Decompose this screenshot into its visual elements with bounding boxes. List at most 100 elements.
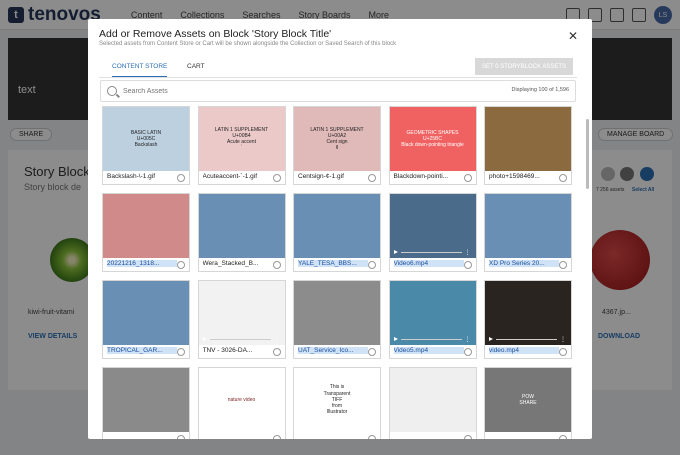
asset-card[interactable] (388, 367, 477, 439)
asset-card[interactable] (102, 367, 190, 439)
asset-filename: photo+1598469... (489, 173, 540, 180)
thumbnail-text: Illustrator (326, 409, 348, 416)
asset-filename: TNV - 3026-DA... (202, 347, 253, 354)
select-radio[interactable] (177, 348, 185, 356)
asset-card[interactable]: photo+1598469... (484, 106, 572, 185)
thumbnail-text: ´ (240, 145, 243, 152)
asset-filename: XD Pro Series 20... (489, 260, 559, 267)
asset-card[interactable]: GEOMETRIC SHAPES U+25BC Black down-pointin… (388, 106, 477, 185)
more-icon: ⋮ (560, 336, 567, 343)
asset-thumbnail (103, 281, 189, 345)
select-radio[interactable] (559, 348, 567, 356)
scrollbar[interactable] (586, 119, 589, 189)
tab-content-store[interactable]: CONTENT STORE (112, 63, 168, 77)
asset-filename: YALE_TESA_BBS... (298, 260, 368, 267)
select-radio[interactable] (559, 174, 567, 182)
asset-card[interactable]: ⋮ Video5.mp4 (388, 280, 477, 359)
asset-filename: video.mp4 (489, 347, 559, 354)
asset-thumbnail: LATIN 1 SUPPLEMENT U+00B4 Acute accent ´ (198, 107, 285, 171)
set-storyblock-assets-button[interactable]: SET 0 STORYBLOCK ASSETS (475, 58, 573, 75)
select-radio[interactable] (559, 435, 567, 439)
play-icon (489, 337, 493, 341)
select-radio[interactable] (463, 174, 472, 182)
asset-card[interactable]: This is Transparent TIFF from Illustrator (293, 367, 381, 439)
search-input[interactable] (123, 84, 423, 98)
asset-card[interactable]: YALE_TESA_BBS... (293, 193, 381, 272)
asset-card[interactable]: POW SHARE (484, 367, 572, 439)
select-radio[interactable] (463, 261, 472, 269)
asset-filename: Blackdown-pointi... (393, 173, 449, 180)
tab-cart[interactable]: CART (187, 63, 205, 77)
play-icon (393, 250, 398, 254)
video-controls: ⋮ (199, 335, 285, 343)
select-radio[interactable] (177, 174, 185, 182)
thumbnail-text: Black down-pointing triangle (401, 142, 464, 149)
progress-bar (209, 338, 271, 340)
play-icon (393, 337, 398, 341)
asset-card[interactable]: 20221216_1318... (102, 193, 190, 272)
asset-card[interactable]: LATIN 1 SUPPLEMENT U+00A2 Cent sign ¢ Centsi… (293, 106, 381, 185)
asset-filename: 20221216_1318... (107, 260, 177, 267)
select-radio[interactable] (368, 174, 376, 182)
progress-bar (400, 251, 462, 253)
asset-card[interactable]: LATIN 1 SUPPLEMENT U+00B4 Acute accent ´ Acu… (197, 106, 286, 185)
asset-thumbnail: This is Transparent TIFF from Illustrator (294, 368, 380, 432)
video-controls: ⋮ (390, 248, 476, 256)
select-radio[interactable] (368, 435, 376, 439)
select-radio[interactable] (272, 435, 281, 439)
asset-filename: Video5.mp4 (393, 347, 464, 354)
asset-card[interactable]: ⋮ TNV - 3026-DA... (197, 280, 286, 359)
add-remove-assets-modal: Add or Remove Assets on Block 'Story Blo… (88, 19, 592, 439)
asset-thumbnail (485, 107, 571, 171)
asset-thumbnail: POW SHARE (485, 368, 571, 432)
asset-thumbnail: ⋮ (485, 281, 571, 345)
play-icon (202, 337, 207, 341)
asset-thumbnail (103, 194, 189, 258)
progress-bar (400, 338, 462, 340)
asset-card[interactable]: nature video (197, 367, 286, 439)
select-radio[interactable] (177, 261, 185, 269)
asset-thumbnail: ⋮ (389, 194, 476, 258)
asset-filename: UAT_Service_Ico... (298, 347, 368, 354)
asset-card[interactable]: XD Pro Series 20... (484, 193, 572, 272)
select-radio[interactable] (272, 348, 281, 356)
select-radio[interactable] (272, 261, 281, 269)
asset-filename: Video6.mp4 (393, 260, 464, 267)
asset-card[interactable]: TROPICAL_GAR... (102, 280, 190, 359)
thumbnail-text: SHARE (519, 400, 537, 406)
modal-title: Add or Remove Assets on Block 'Story Blo… (99, 28, 332, 40)
asset-thumbnail: ⋮ (198, 281, 285, 345)
thumbnail-text: Backslash (134, 142, 158, 149)
asset-thumbnail: nature video (198, 368, 285, 432)
asset-thumbnail (389, 368, 476, 432)
asset-thumbnail: LATIN 1 SUPPLEMENT U+00A2 Cent sign ¢ (294, 107, 380, 171)
select-radio[interactable] (177, 435, 185, 439)
select-radio[interactable] (463, 348, 472, 356)
select-radio[interactable] (368, 261, 376, 269)
select-radio[interactable] (368, 348, 376, 356)
asset-card[interactable]: ⋮ video.mp4 (484, 280, 572, 359)
asset-thumbnail (485, 194, 571, 258)
asset-filename: Backslash-\-1.gif (107, 173, 156, 180)
asset-thumbnail (103, 368, 189, 432)
asset-thumbnail (294, 194, 380, 258)
close-icon[interactable]: ✕ (568, 29, 578, 43)
search-bar: Displaying 100 of 1,596 (100, 80, 576, 102)
select-radio[interactable] (559, 261, 567, 269)
asset-thumbnail: GEOMETRIC SHAPES U+25BC Black down-pointin… (389, 107, 476, 171)
tab-divider (99, 77, 577, 78)
asset-card[interactable]: BASIC LATIN U+005C Backslash Backslash-\-1.… (102, 106, 190, 185)
modal-subtitle: Selected assets from Content Store or Ca… (99, 41, 397, 47)
thumbnail-text: ¢ (335, 145, 339, 152)
asset-card[interactable]: UAT_Service_Ico... (293, 280, 381, 359)
video-controls: ⋮ (390, 335, 476, 343)
asset-card[interactable]: ⋮ Video6.mp4 (388, 193, 477, 272)
display-count: Displaying 100 of 1,596 (511, 87, 569, 93)
select-radio[interactable] (463, 435, 472, 439)
more-icon: ⋮ (464, 336, 472, 343)
asset-filename: Centsign-¢-1.gif (298, 173, 344, 180)
asset-card[interactable]: Wera_Stacked_B... (197, 193, 286, 272)
more-icon: ⋮ (273, 336, 281, 343)
select-radio[interactable] (272, 174, 281, 182)
progress-bar (496, 338, 557, 340)
